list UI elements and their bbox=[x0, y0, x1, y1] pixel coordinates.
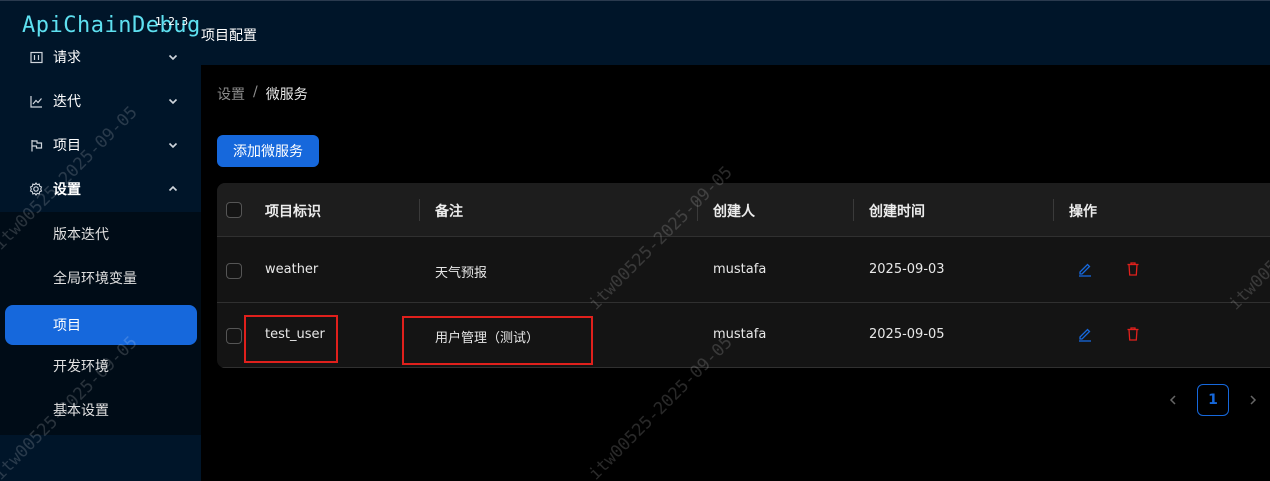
row-checkbox[interactable] bbox=[226, 263, 242, 279]
sidebar-item-label: 设置 bbox=[53, 182, 81, 198]
column-header-project-id[interactable]: 项目标识 bbox=[265, 201, 321, 221]
edit-icon[interactable] bbox=[1077, 261, 1093, 277]
pagination-page-current[interactable]: 1 bbox=[1197, 384, 1229, 416]
app-root: ApiChainDebug 1.2.3 项目配置 请求 迭代 项目 设置 版本迭… bbox=[0, 0, 1270, 481]
breadcrumb: 设置 / 微服务 bbox=[217, 84, 308, 104]
sidebar: 请求 迭代 项目 设置 版本迭代 全局环境变量 项目 开发环境 基本设置 bbox=[0, 50, 201, 481]
column-header-actions: 操作 bbox=[1069, 204, 1097, 220]
add-microservice-button[interactable]: 添加微服务 bbox=[217, 135, 319, 167]
sidebar-item-projects[interactable]: 项目 bbox=[0, 125, 201, 165]
submenu-item-global-env-vars[interactable]: 全局环境变量 bbox=[0, 258, 201, 298]
cell-created-time: 2025-09-03 bbox=[869, 262, 945, 277]
submenu-item-basic-settings[interactable]: 基本设置 bbox=[0, 390, 201, 430]
edit-icon[interactable] bbox=[1077, 326, 1093, 342]
breadcrumb-separator: / bbox=[253, 84, 258, 100]
microservice-table: 项目标识 备注 创建人 创建时间 操作 weather 天气预报 mustafa… bbox=[217, 183, 1270, 368]
delete-icon[interactable] bbox=[1125, 261, 1141, 277]
sidebar-item-requests[interactable]: 请求 bbox=[0, 37, 201, 77]
table-header: 项目标识 备注 创建人 创建时间 操作 bbox=[217, 183, 1270, 237]
chevron-down-icon bbox=[167, 139, 179, 151]
chevron-up-icon bbox=[167, 183, 179, 195]
submenu-item-label: 开发环境 bbox=[53, 359, 109, 375]
sidebar-item-label: 请求 bbox=[53, 50, 81, 66]
table-row: test_user 用户管理（测试） mustafa 2025-09-05 bbox=[217, 303, 1270, 368]
sidebar-item-label: 项目 bbox=[53, 138, 81, 154]
cell-note: 天气预报 bbox=[435, 266, 488, 281]
sidebar-item-iterations[interactable]: 迭代 bbox=[0, 81, 201, 121]
highlight-box-project-id bbox=[244, 315, 338, 363]
column-divider bbox=[1053, 199, 1054, 221]
chevron-down-icon bbox=[167, 95, 179, 107]
cell-created-time: 2025-09-05 bbox=[869, 327, 945, 342]
page-title: 项目配置 bbox=[201, 28, 257, 44]
cell-creator: mustafa bbox=[713, 262, 767, 277]
column-divider bbox=[697, 199, 698, 221]
submenu-item-label: 全局环境变量 bbox=[53, 271, 137, 287]
select-all-checkbox[interactable] bbox=[226, 202, 242, 218]
column-header-created-time[interactable]: 创建时间 bbox=[869, 201, 925, 221]
submenu-item-version-iterations[interactable]: 版本迭代 bbox=[0, 214, 201, 254]
flag-icon bbox=[29, 138, 43, 152]
submenu-item-label: 版本迭代 bbox=[53, 227, 109, 243]
settings-submenu: 版本迭代 全局环境变量 项目 开发环境 基本设置 bbox=[0, 212, 201, 435]
breadcrumb-parent[interactable]: 设置 bbox=[217, 84, 245, 104]
submenu-item-dev-env[interactable]: 开发环境 bbox=[0, 346, 201, 386]
app-version: 1.2.3 bbox=[155, 15, 189, 28]
main-content: 设置 / 微服务 添加微服务 项目标识 备注 创建人 创建时间 操作 weath… bbox=[201, 65, 1270, 481]
submenu-item-label: 基本设置 bbox=[53, 403, 109, 419]
gear-icon bbox=[29, 182, 43, 196]
row-checkbox[interactable] bbox=[226, 328, 242, 344]
delete-icon[interactable] bbox=[1125, 326, 1141, 342]
column-divider bbox=[853, 199, 854, 221]
column-header-creator[interactable]: 创建人 bbox=[713, 201, 755, 221]
line-chart-icon bbox=[29, 94, 43, 108]
cell-project-id: weather bbox=[265, 262, 319, 277]
column-divider bbox=[419, 199, 420, 221]
table-row: weather 天气预报 mustafa 2025-09-03 bbox=[217, 238, 1270, 303]
submenu-item-projects[interactable]: 项目 bbox=[5, 305, 197, 345]
column-header-note[interactable]: 备注 bbox=[435, 201, 463, 221]
sidebar-item-settings[interactable]: 设置 bbox=[0, 169, 201, 209]
highlight-box-note bbox=[402, 316, 593, 365]
chevron-down-icon bbox=[167, 51, 179, 63]
calendar-icon bbox=[29, 50, 43, 64]
sidebar-item-label: 迭代 bbox=[53, 94, 81, 110]
submenu-item-label: 项目 bbox=[53, 318, 81, 334]
breadcrumb-current: 微服务 bbox=[265, 87, 308, 103]
pagination-prev-icon[interactable] bbox=[1166, 392, 1180, 406]
pagination-next-icon[interactable] bbox=[1246, 392, 1260, 406]
cell-creator: mustafa bbox=[713, 327, 767, 342]
